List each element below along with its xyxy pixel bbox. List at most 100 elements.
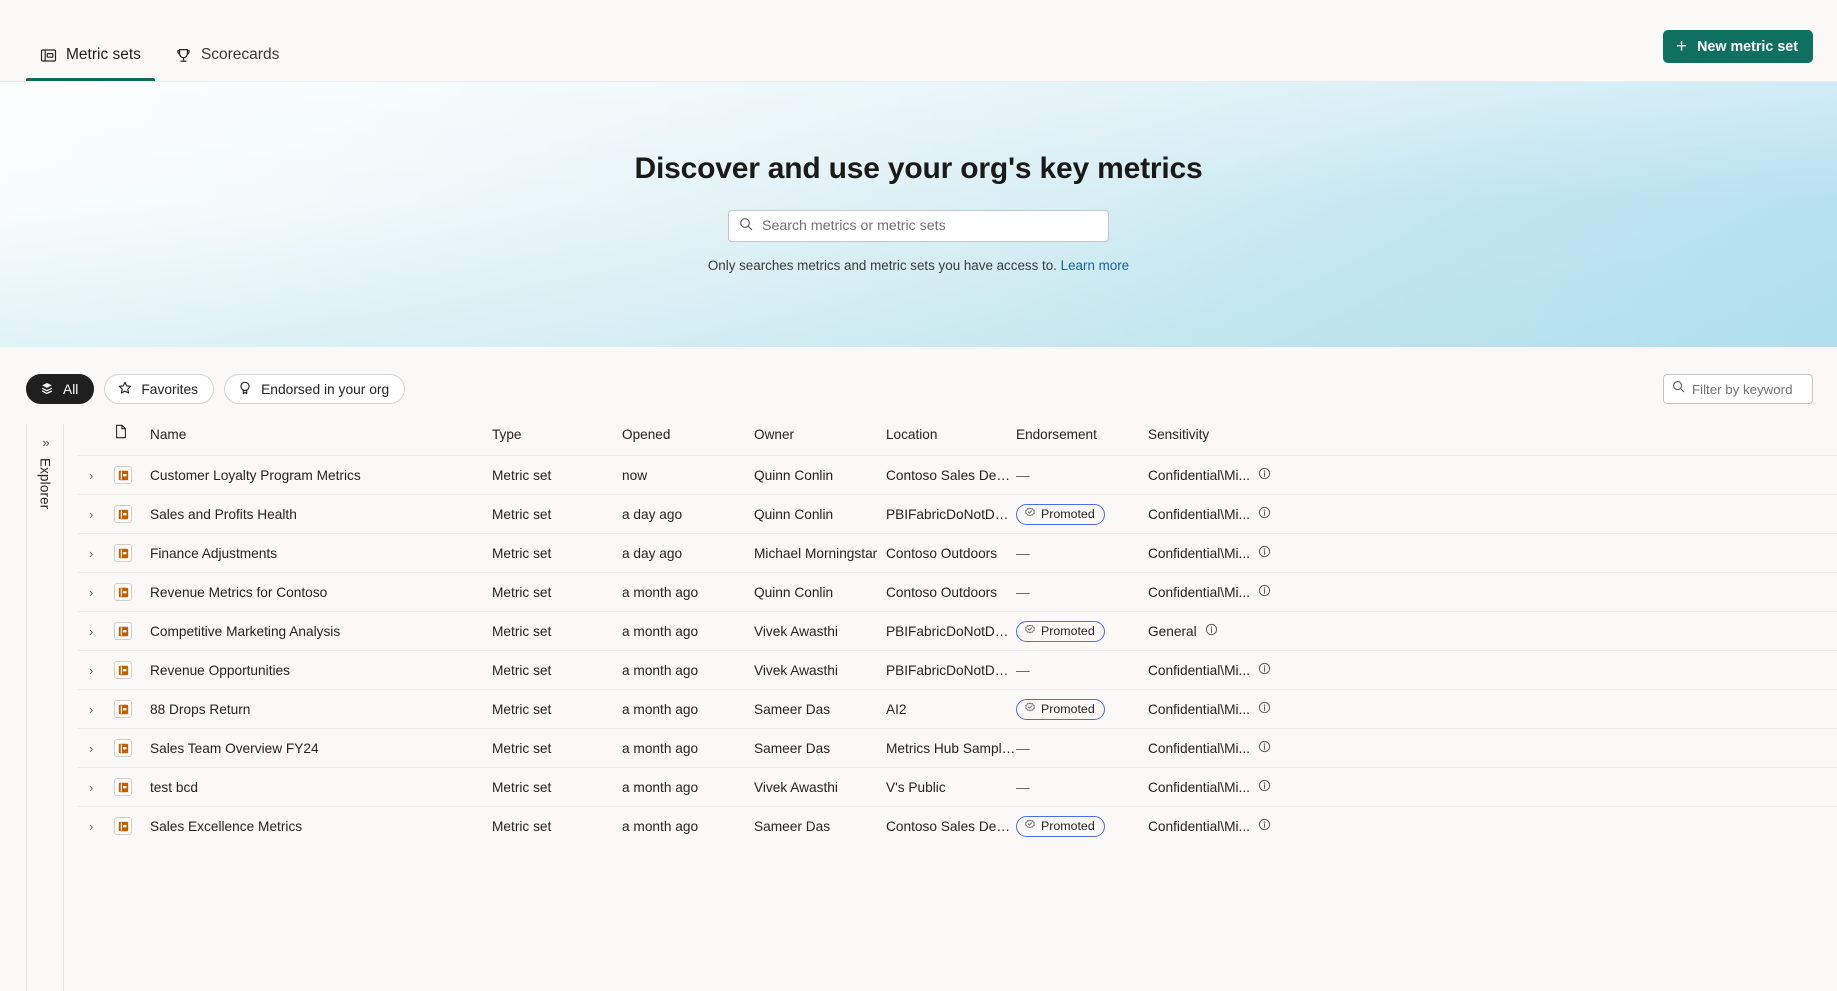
row-sensitivity: Confidential\Mi...: [1148, 768, 1837, 807]
hero-banner: Discover and use your org's key metrics …: [0, 82, 1837, 347]
row-name[interactable]: 88 Drops Return: [150, 690, 492, 729]
row-name[interactable]: Sales Excellence Metrics: [150, 807, 492, 846]
table-row[interactable]: › Revenue Metrics for Contoso Metric set a …: [78, 572, 1837, 612]
header-name[interactable]: Name: [150, 424, 492, 456]
table-row[interactable]: › 88 Drops Return Metric set a month ago Sam…: [78, 689, 1837, 729]
row-expand-chevron[interactable]: ›: [78, 534, 114, 573]
endorsement-badge-promoted[interactable]: Promoted: [1016, 620, 1105, 642]
table-body-area: » Explorer Name Type Opened Owner Locati…: [0, 424, 1837, 991]
endorsement-none: —: [1016, 662, 1031, 678]
row-expand-chevron[interactable]: ›: [78, 807, 114, 846]
info-icon[interactable]: [1258, 740, 1271, 756]
info-icon[interactable]: [1258, 506, 1271, 522]
endorsement-badge-label: Promoted: [1041, 819, 1095, 834]
filter-pill-all-label: All: [63, 381, 79, 397]
row-endorsement: —: [1016, 651, 1148, 690]
row-name[interactable]: Revenue Opportunities: [150, 651, 492, 690]
seal-check-icon: [1024, 507, 1036, 522]
header-owner[interactable]: Owner: [754, 424, 886, 456]
row-location: V's Public: [886, 779, 946, 795]
metric-set-item-icon: [114, 661, 132, 679]
table-row[interactable]: › Competitive Marketing Analysis Metric se…: [78, 611, 1837, 651]
row-expand-chevron[interactable]: ›: [78, 768, 114, 807]
row-expand-chevron[interactable]: ›: [78, 651, 114, 690]
row-name[interactable]: Sales and Profits Health: [150, 495, 492, 534]
new-metric-set-button[interactable]: + New metric set: [1662, 30, 1813, 63]
search-input[interactable]: [762, 218, 1098, 234]
tab-metric-sets[interactable]: Metric sets: [26, 0, 155, 81]
endorsement-badge-promoted[interactable]: Promoted: [1016, 503, 1105, 525]
filter-pill-all[interactable]: All: [26, 374, 95, 404]
row-expand-chevron[interactable]: ›: [78, 495, 114, 534]
info-icon[interactable]: [1258, 662, 1271, 678]
row-expand-chevron[interactable]: ›: [78, 612, 114, 651]
row-opened: a month ago: [622, 623, 699, 639]
chevron-double-right-icon[interactable]: »: [42, 436, 49, 449]
table-row[interactable]: › test bcd Metric set a month ago Vivek Awas…: [78, 767, 1837, 807]
row-endorsement: —: [1016, 456, 1148, 495]
learn-more-link[interactable]: Learn more: [1061, 258, 1129, 273]
keyword-filter-box[interactable]: [1663, 374, 1813, 404]
star-icon: [117, 380, 133, 399]
info-icon[interactable]: [1205, 623, 1218, 639]
header-opened[interactable]: Opened: [622, 424, 754, 456]
metric-set-item-icon: [114, 583, 132, 601]
table-row[interactable]: › Customer Loyalty Program Metrics Metric …: [78, 455, 1837, 495]
row-sensitivity-label: Confidential\Mi...: [1148, 506, 1250, 522]
table-row[interactable]: › Sales Team Overview FY24 Metric set a mon…: [78, 728, 1837, 768]
row-sensitivity-label: Confidential\Mi...: [1148, 662, 1250, 678]
header-type-icon-col: [114, 424, 150, 456]
row-expand-chevron[interactable]: ›: [78, 456, 114, 495]
row-name[interactable]: Revenue Metrics for Contoso: [150, 573, 492, 612]
row-type: Metric set: [492, 740, 552, 756]
plus-icon: +: [1675, 35, 1688, 57]
endorsement-badge-label: Promoted: [1041, 702, 1095, 716]
endorsement-badge-promoted[interactable]: Promoted: [1016, 698, 1105, 720]
info-icon[interactable]: [1258, 584, 1271, 600]
row-name[interactable]: test bcd: [150, 768, 492, 807]
row-location: PBIFabricDoNotDelete: [886, 662, 1016, 678]
row-owner: Quinn Conlin: [754, 506, 834, 522]
info-icon[interactable]: [1258, 545, 1271, 561]
hero-search-box[interactable]: [728, 210, 1109, 242]
row-expand-chevron[interactable]: ›: [78, 690, 114, 729]
table-row[interactable]: › Finance Adjustments Metric set a day ago M…: [78, 533, 1837, 573]
tab-scorecards[interactable]: Scorecards: [161, 0, 293, 81]
row-type: Metric set: [492, 584, 552, 600]
explorer-rail[interactable]: » Explorer: [26, 424, 64, 991]
row-sensitivity: Confidential\Mi...: [1148, 690, 1837, 729]
row-owner: Vivek Awasthi: [754, 779, 838, 795]
table-row[interactable]: › Revenue Opportunities Metric set a month …: [78, 650, 1837, 690]
table-row[interactable]: › Sales and Profits Health Metric set a day…: [78, 494, 1837, 534]
row-name[interactable]: Finance Adjustments: [150, 534, 492, 573]
row-opened: a month ago: [622, 740, 699, 756]
filter-pill-favorites[interactable]: Favorites: [104, 374, 215, 404]
info-icon[interactable]: [1258, 467, 1271, 483]
table-row[interactable]: › Sales Excellence Metrics Metric set a mon…: [78, 806, 1837, 846]
endorsement-badge-promoted[interactable]: Promoted: [1016, 815, 1105, 837]
explorer-label[interactable]: Explorer: [38, 458, 53, 509]
row-name[interactable]: Customer Loyalty Program Metrics: [150, 456, 492, 495]
row-sensitivity: Confidential\Mi...: [1148, 651, 1837, 690]
endorsement-badge-label: Promoted: [1041, 624, 1095, 638]
row-name[interactable]: Competitive Marketing Analysis: [150, 612, 492, 651]
metric-set-item-icon: [114, 817, 132, 836]
info-icon[interactable]: [1258, 818, 1271, 834]
row-expand-chevron[interactable]: ›: [78, 729, 114, 768]
row-type-icon-cell: [114, 768, 150, 807]
row-name[interactable]: Sales Team Overview FY24: [150, 729, 492, 768]
info-icon[interactable]: [1258, 779, 1271, 795]
header-type[interactable]: Type: [492, 424, 622, 456]
row-opened: a month ago: [622, 584, 699, 600]
row-owner: Sameer Das: [754, 701, 831, 717]
filter-pill-endorsed[interactable]: Endorsed in your org: [224, 374, 406, 404]
header-sensitivity[interactable]: Sensitivity: [1148, 424, 1837, 456]
keyword-filter-input[interactable]: [1692, 381, 1804, 397]
stack-icon: [39, 380, 55, 399]
header-endorsement[interactable]: Endorsement: [1016, 424, 1148, 456]
info-icon[interactable]: [1258, 701, 1271, 717]
content-area: All Favorites Endorsed in your org Filte…: [0, 347, 1837, 991]
row-opened: a day ago: [622, 506, 683, 522]
row-expand-chevron[interactable]: ›: [78, 573, 114, 612]
header-location[interactable]: Location: [886, 424, 1016, 456]
